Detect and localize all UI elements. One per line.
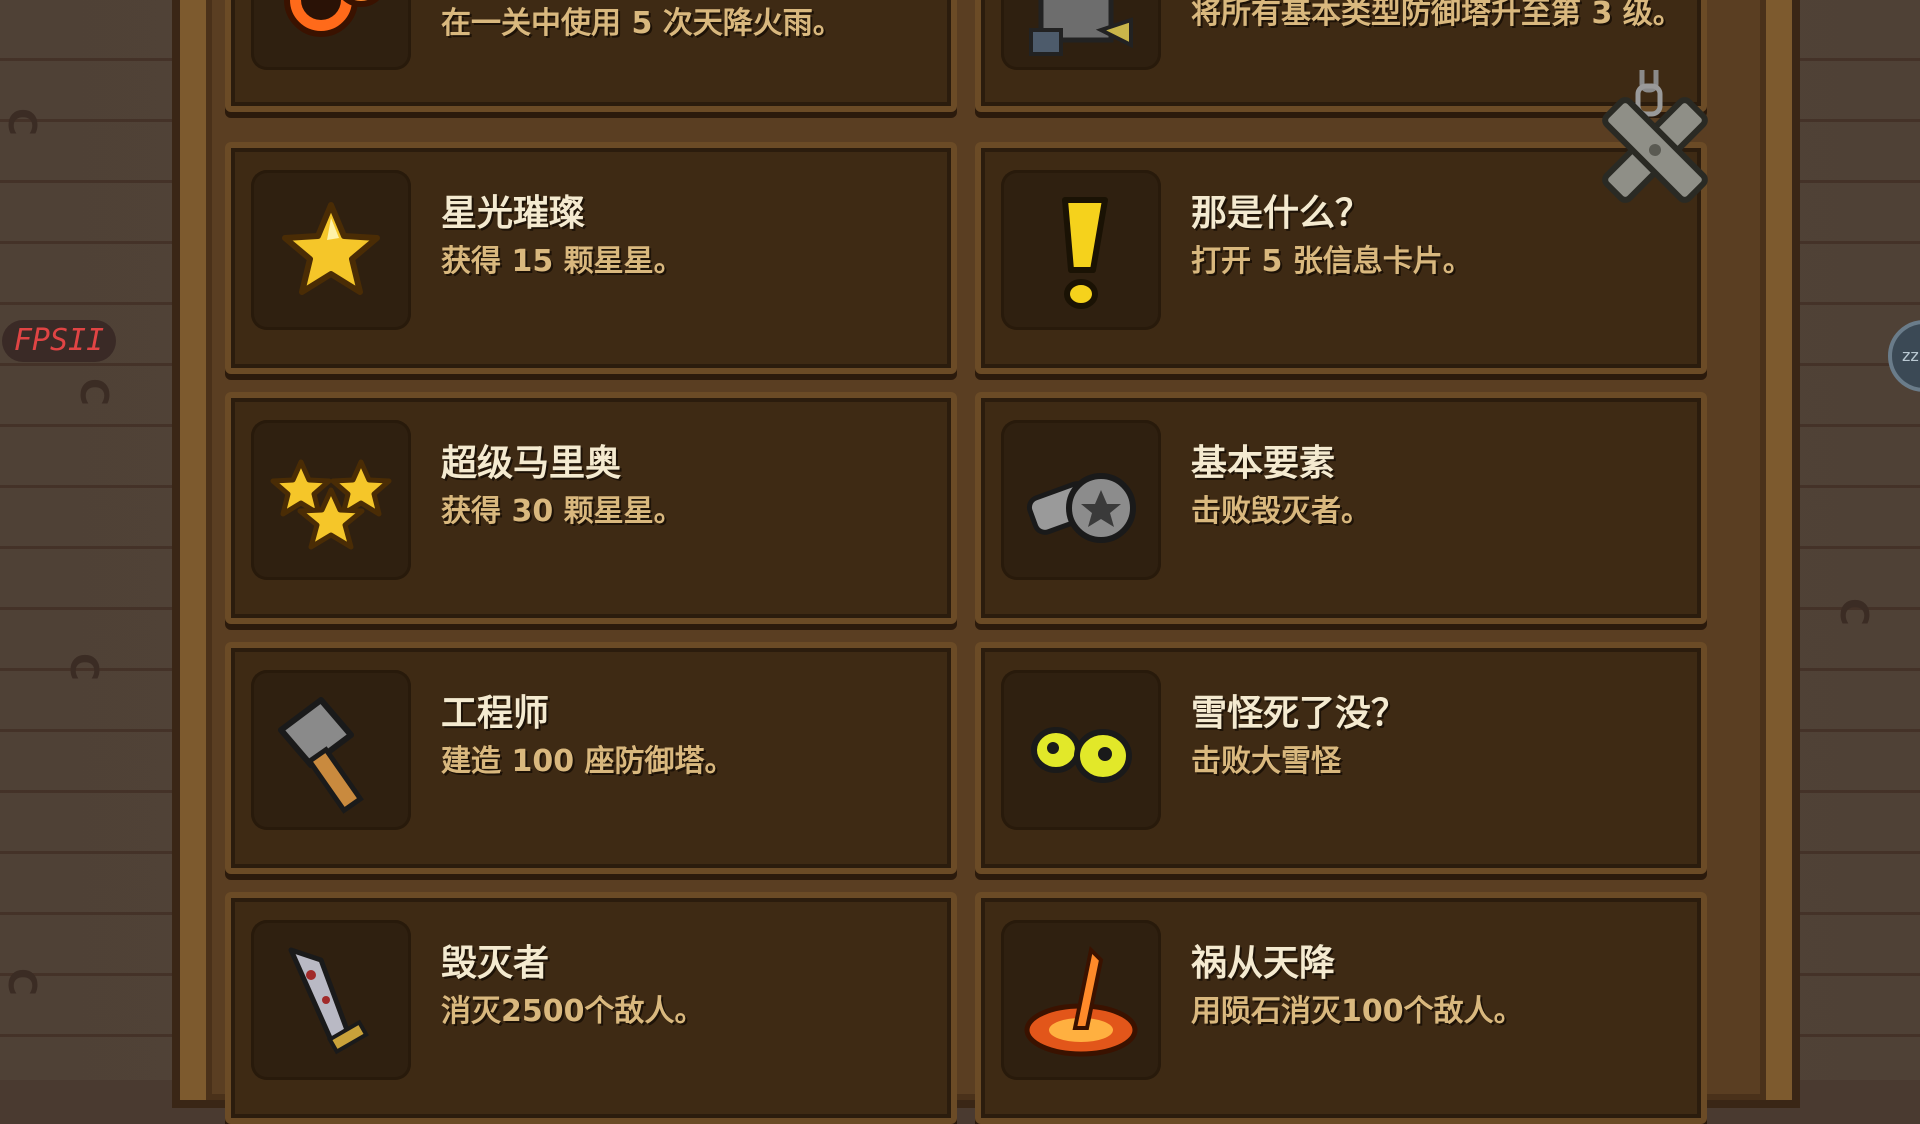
- achievement-title: 毁灭者: [441, 943, 550, 984]
- achievement-card[interactable]: 在一关中使用 5 次天降火雨。: [225, 0, 957, 112]
- achievement-desc: 获得 30 颗星星。: [441, 494, 684, 529]
- achievement-icon-frame: [251, 170, 411, 330]
- achievement-icon-frame: [1001, 420, 1161, 580]
- fireball-icon: [284, 0, 380, 37]
- achievement-icon-frame: [1001, 670, 1161, 830]
- achievement-desc: 消灭2500个敌人。: [441, 994, 705, 1029]
- fps-counter: FPSII: [2, 320, 116, 362]
- hammer-icon: [278, 697, 364, 814]
- achievement-card[interactable]: 工程师 建造 100 座防御塔。: [225, 642, 957, 874]
- achievement-desc: 将所有基本类型防御塔升至第 3 级。: [1191, 0, 1683, 31]
- achievement-card[interactable]: 基本要素 击败毁灭者。: [975, 392, 1707, 624]
- achievement-title: 星光璀璨: [441, 193, 586, 234]
- exclamation-icon: [1062, 197, 1108, 309]
- achievement-card[interactable]: 超级马里奥 获得 30 颗星星。: [225, 392, 957, 624]
- achievement-desc: 击败毁灭者。: [1191, 494, 1371, 529]
- background-mark: C: [1831, 598, 1876, 626]
- tower-upgrade-icon: [1029, 0, 1133, 56]
- achievement-icon-frame: [251, 420, 411, 580]
- screw-bolt-icon: [1026, 473, 1136, 543]
- achievement-card[interactable]: 雪怪死了没？ 击败大雪怪: [975, 642, 1707, 874]
- three-stars-icon: [270, 459, 392, 550]
- achievement-desc: 建造 100 座防御塔。: [441, 744, 735, 779]
- achievement-card[interactable]: 星光璀璨 获得 15 颗星星。: [225, 142, 957, 374]
- achievement-desc: 获得 15 颗星星。: [441, 244, 684, 279]
- bloody-sword-icon: [288, 947, 369, 1055]
- achievement-icon-frame: [251, 920, 411, 1080]
- achievement-icon-frame: [1001, 0, 1161, 70]
- background-mark: C: [61, 653, 106, 681]
- background-mark: C: [71, 378, 116, 406]
- achievement-icon-frame: [251, 670, 411, 830]
- achievement-title: 那是什么？: [1191, 193, 1372, 234]
- yeti-eyes-icon: [1031, 727, 1132, 783]
- achievement-title: 工程师: [441, 693, 550, 734]
- achievement-title: 雪怪死了没？: [1191, 693, 1408, 734]
- achievement-title: 超级马里奥: [441, 443, 622, 484]
- background-mark: C: [0, 108, 44, 136]
- achievement-icon-frame: [251, 0, 411, 70]
- achievement-desc: 用陨石消灭100个敌人。: [1191, 994, 1524, 1029]
- achievement-desc: 击败大雪怪: [1191, 744, 1341, 779]
- meteor-impact-icon: [1024, 945, 1138, 1057]
- achievement-desc: 打开 5 张信息卡片。: [1191, 244, 1473, 279]
- background-mark: C: [0, 968, 44, 996]
- achievement-card[interactable]: 祸从天降 用陨石消灭100个敌人。: [975, 892, 1707, 1124]
- close-icon: [1602, 57, 1708, 203]
- achievement-card[interactable]: 毁灭者 消灭2500个敌人。: [225, 892, 957, 1124]
- star-icon: [282, 202, 380, 295]
- achievement-title: 祸从天降: [1191, 943, 1336, 984]
- achievement-icon-frame: [1001, 920, 1161, 1080]
- close-button[interactable]: [1580, 57, 1730, 220]
- achievement-title: 基本要素: [1191, 443, 1336, 484]
- achievement-icon-frame: [1001, 170, 1161, 330]
- achievement-desc: 在一关中使用 5 次天降火雨。: [441, 6, 843, 41]
